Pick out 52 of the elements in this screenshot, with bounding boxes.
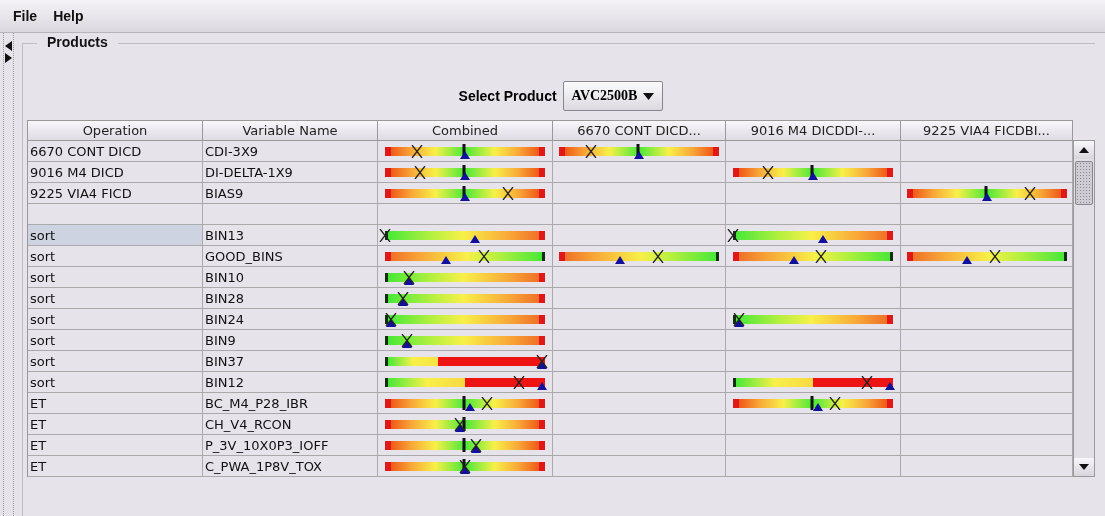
table-cell: BIN9 [203, 330, 378, 351]
table-cell: BIN28 [203, 288, 378, 309]
column-header[interactable]: 9016 M4 DICDDI-... [726, 121, 901, 141]
table-cell[interactable]: sort [28, 330, 203, 351]
table-cell: BIN10 [203, 267, 378, 288]
table-cell[interactable]: sort [28, 351, 203, 372]
table-cell: CDI-3X9 [203, 141, 378, 162]
table-cell: BIAS9 [203, 183, 378, 204]
table-cell[interactable]: ET [28, 414, 203, 435]
center-tick-icon [462, 437, 466, 452]
column-header[interactable]: Variable Name [203, 121, 378, 141]
table-cell[interactable]: sort [28, 267, 203, 288]
table-cell[interactable]: sort [28, 225, 203, 246]
panel-title: Products [37, 34, 118, 50]
table-cell: BIN24 [203, 309, 378, 330]
table-cell: BIN13 [203, 225, 378, 246]
table-cell[interactable]: ET [28, 393, 203, 414]
center-tick-icon [810, 395, 814, 410]
menu-item[interactable]: Help [52, 6, 85, 26]
column-header[interactable]: 9225 VIA4 FICDBI... [901, 121, 1073, 141]
scroll-down-icon[interactable] [1079, 464, 1089, 470]
menu-item[interactable]: File [12, 6, 39, 26]
table-cell: BC_M4_P28_IBR [203, 393, 378, 414]
column-header[interactable]: Operation [28, 121, 203, 141]
table-cell: GOOD_BINS [203, 246, 378, 267]
table-cell: P_3V_10X0P3_IOFF [203, 435, 378, 456]
scroll-thumb[interactable] [1075, 161, 1093, 205]
table-cell: BIN12 [203, 372, 378, 393]
table-cell: CH_V4_RCON [203, 414, 378, 435]
product-dropdown[interactable]: AVC2500B [562, 81, 664, 111]
table-cell: DI-DELTA-1X9 [203, 162, 378, 183]
scroll-up-icon[interactable] [1079, 147, 1089, 153]
table-cell[interactable]: ET [28, 456, 203, 477]
column-header[interactable]: 6670 CONT DICD... [553, 121, 726, 141]
table-cell[interactable]: sort [28, 309, 203, 330]
table-cell[interactable]: 6670 CONT DICD [28, 141, 203, 162]
center-tick-icon [462, 395, 466, 410]
table-cell: BIN37 [203, 351, 378, 372]
vertical-scrollbar[interactable] [1073, 140, 1095, 477]
table-cell[interactable]: ET [28, 435, 203, 456]
caret-icon[interactable] [643, 92, 655, 100]
table-cell[interactable]: sort [28, 372, 203, 393]
table-cell[interactable]: sort [28, 288, 203, 309]
table-cell: C_PWA_1P8V_TOX [203, 456, 378, 477]
table-cell[interactable]: sort [28, 246, 203, 267]
center-tick-icon [462, 416, 466, 431]
select-product-label: Select Product [458, 88, 557, 104]
column-header[interactable]: Combined [378, 121, 553, 141]
collapse-left-icon[interactable] [5, 41, 12, 51]
table-cell[interactable]: 9225 VIA4 FICD [28, 183, 203, 204]
expand-right-icon[interactable] [5, 53, 12, 63]
table-cell[interactable]: 9016 M4 DICD [28, 162, 203, 183]
